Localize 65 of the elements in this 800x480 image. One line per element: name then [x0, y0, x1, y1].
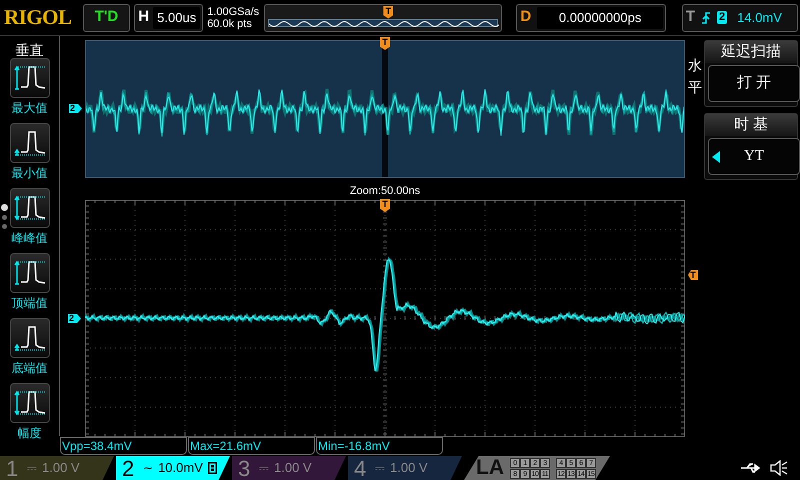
measure-label: 底端值 — [10, 360, 48, 377]
page-dot[interactable] — [2, 224, 7, 229]
timebase-label: H — [138, 7, 150, 28]
trigger-level: 14.0mV — [737, 8, 782, 27]
trigger-level-marker: T — [688, 270, 698, 280]
channel-number: 1 — [6, 454, 20, 480]
zoom-label: Zoom:50.00ns — [348, 184, 422, 199]
measurement-readout: Min=-16.8mV — [316, 437, 443, 455]
trigger-position-marker: T — [380, 199, 390, 212]
brand-logo: RIGOL — [4, 4, 73, 31]
measure-button[interactable] — [10, 58, 50, 98]
menu-option-button[interactable]: YT — [708, 138, 800, 175]
menu-title: 水平 — [688, 56, 702, 98]
channel-number: 3 — [238, 454, 252, 480]
page-dot[interactable] — [2, 215, 7, 220]
measure-label: 最小值 — [10, 165, 48, 182]
measure-button[interactable] — [10, 188, 50, 228]
measurement-readout: Max=21.6mV — [188, 437, 315, 455]
logic-analyzer-label: LA — [476, 455, 504, 480]
channel-tab[interactable]: 2 ~ 10.0mV — [116, 456, 230, 480]
memory-depth-text: 60.0k pts — [207, 18, 253, 30]
channel-marker: 2 — [69, 104, 82, 113]
coupling-symbol: ⎓ — [259, 460, 269, 477]
measure-button[interactable] — [10, 253, 50, 293]
measure-label: 最大值 — [10, 100, 48, 117]
channel-scale: 1.00 V — [390, 459, 428, 478]
measure-button[interactable] — [10, 318, 50, 358]
measurement-readout: Vpp=38.4mV — [60, 437, 187, 455]
delay-value: 0.00000000ps — [537, 6, 663, 28]
delay-label: D — [520, 7, 532, 28]
coupling-symbol: ~ — [143, 460, 154, 477]
menu-option-button[interactable]: 打 开 — [708, 65, 800, 102]
measure-button[interactable] — [10, 123, 50, 163]
menu-title: 垂直 — [14, 41, 44, 58]
timebase-value: 5.00us — [153, 6, 200, 28]
trigger-position-marker: T — [383, 6, 394, 18]
channel-scale: 10.0mV — [158, 459, 203, 478]
memory-waveform-icon — [269, 20, 500, 28]
delay-box[interactable]: D 0.00000000ps — [516, 4, 666, 32]
channel-scale: 1.00 V — [274, 459, 312, 478]
channel-tab[interactable]: 1 ⎓ 1.00 V — [0, 456, 114, 480]
usb-icon — [740, 462, 762, 474]
trigger-source-badge: 2 — [717, 11, 728, 24]
trigger-box[interactable]: T 2 14.0mV — [682, 4, 798, 32]
run-status-button[interactable]: T'D — [82, 4, 130, 32]
channel-scale: 1.00 V — [42, 459, 80, 478]
channel-number: 4 — [354, 454, 368, 480]
measure-button[interactable] — [10, 383, 50, 423]
measure-label: 峰峰值 — [10, 230, 48, 247]
measure-label: 顶端值 — [10, 295, 48, 312]
measure-label: 幅度 — [16, 425, 42, 442]
menu-option-title: 延迟扫描 — [705, 41, 797, 63]
channel-tab[interactable]: 3 ⎓ 1.00 V — [232, 456, 346, 480]
rising-edge-icon — [701, 10, 711, 24]
timebase-box[interactable]: H 5.00us — [134, 4, 204, 32]
page-dot[interactable] — [1, 204, 8, 211]
coupling-symbol: ⎓ — [27, 460, 37, 477]
sample-rate-text: 1.00GSa/s — [207, 6, 260, 18]
channel-marker: 2 — [68, 314, 81, 323]
trigger-position-marker: T — [380, 37, 390, 50]
channel-tab[interactable]: 4 ⎓ 1.00 V — [348, 456, 462, 480]
menu-option-title: 时 基 — [705, 114, 797, 136]
trigger-label: T — [686, 7, 695, 28]
channel-number: 2 — [122, 454, 136, 480]
coupling-symbol: ⎓ — [375, 460, 385, 477]
